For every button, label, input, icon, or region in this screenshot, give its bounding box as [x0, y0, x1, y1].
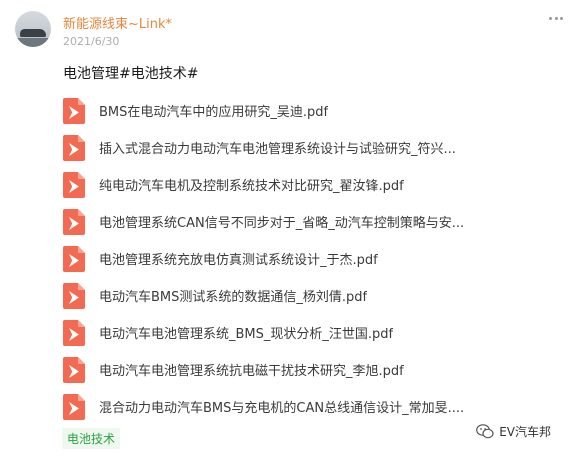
- more-dot: [554, 17, 558, 20]
- file-item[interactable]: 纯电动汽车电机及控制系统技术对比研究_翟汝锋.pdf: [63, 166, 533, 203]
- file-item[interactable]: 电动汽车电池管理系统抗电磁干扰技术研究_李旭.pdf: [63, 351, 533, 388]
- file-item[interactable]: 电动汽车BMS测试系统的数据通信_杨刘倩.pdf: [63, 277, 533, 314]
- author-avatar[interactable]: [15, 11, 51, 47]
- pdf-file-icon: [63, 393, 85, 420]
- pdf-file-icon: [63, 134, 85, 161]
- file-name: 混合动力电动汽车BMS与充电机的CAN总线通信设计_常加旻....: [99, 401, 465, 416]
- file-list: BMS在电动汽车中的应用研究_吴迪.pdf 插入式混合动力电动汽车电池管理系统设计…: [63, 92, 533, 425]
- file-name: 插入式混合动力电动汽车电池管理系统设计与试验研究_符兴...: [99, 142, 456, 157]
- file-item[interactable]: 电动汽车电池管理系统_BMS_现状分析_汪世国.pdf: [63, 314, 533, 351]
- post-date: 2021/6/30: [63, 35, 120, 48]
- avatar-ground: [15, 38, 51, 47]
- topic-tag[interactable]: 电池技术: [62, 428, 121, 449]
- file-name: 电池管理系统充放电仿真测试系统设计_于杰.pdf: [99, 253, 378, 268]
- pdf-file-icon: [63, 97, 85, 124]
- avatar-car: [20, 29, 46, 37]
- file-name: 电动汽车BMS测试系统的数据通信_杨刘倩.pdf: [99, 290, 368, 305]
- author-name[interactable]: 新能源线束~Link*: [63, 13, 172, 32]
- pdf-file-icon: [63, 319, 85, 346]
- brand-name: EV汽车邦: [499, 425, 551, 439]
- file-name: 电动汽车电池管理系统抗电磁干扰技术研究_李旭.pdf: [99, 364, 404, 379]
- file-name: 纯电动汽车电机及控制系统技术对比研究_翟汝锋.pdf: [99, 179, 404, 194]
- pdf-file-icon: [63, 356, 85, 383]
- pdf-file-icon: [63, 245, 85, 272]
- pdf-file-icon: [63, 282, 85, 309]
- post-title: 电池管理#电池技术#: [63, 66, 199, 82]
- pdf-file-icon: [63, 171, 85, 198]
- wechat-icon: [476, 424, 494, 439]
- file-item[interactable]: 混合动力电动汽车BMS与充电机的CAN总线通信设计_常加旻....: [63, 388, 533, 425]
- file-name: 电池管理系统CAN信号不同步对于_省略_动汽车控制策略与安...: [99, 216, 465, 231]
- more-options-icon[interactable]: [549, 17, 563, 21]
- file-item[interactable]: 插入式混合动力电动汽车电池管理系统设计与试验研究_符兴...: [63, 129, 533, 166]
- more-dot: [560, 17, 563, 20]
- watermark-brand: EV汽车邦: [476, 423, 551, 440]
- pdf-file-icon: [63, 208, 85, 235]
- more-dot: [549, 17, 552, 20]
- file-name: BMS在电动汽车中的应用研究_吴迪.pdf: [99, 105, 329, 120]
- file-item[interactable]: 电池管理系统CAN信号不同步对于_省略_动汽车控制策略与安...: [63, 203, 533, 240]
- file-name: 电动汽车电池管理系统_BMS_现状分析_汪世国.pdf: [99, 327, 394, 342]
- file-item[interactable]: 电池管理系统充放电仿真测试系统设计_于杰.pdf: [63, 240, 533, 277]
- file-item[interactable]: BMS在电动汽车中的应用研究_吴迪.pdf: [63, 92, 533, 129]
